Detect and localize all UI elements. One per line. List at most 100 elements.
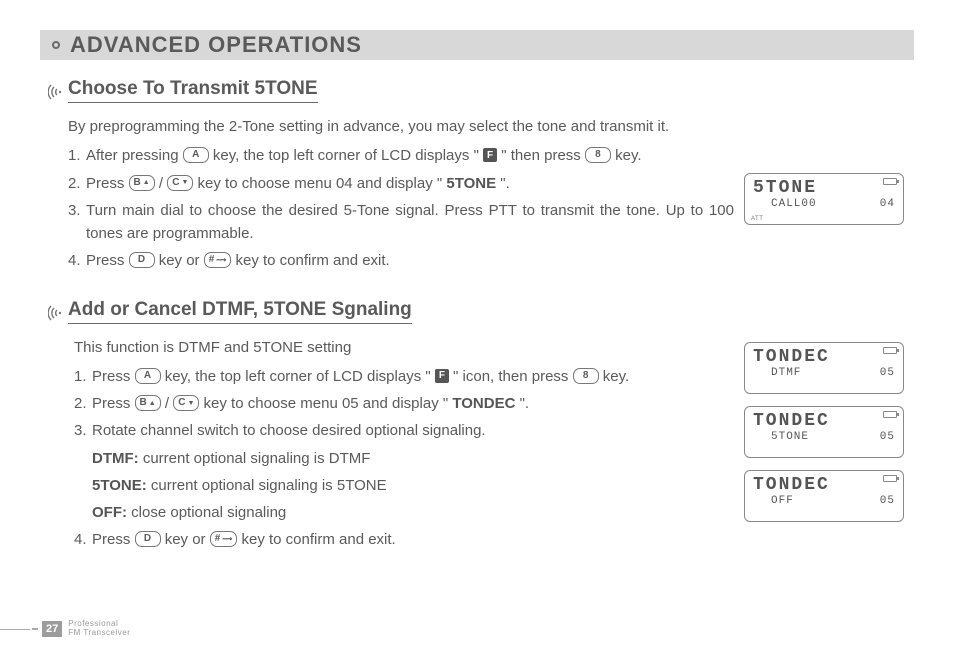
section2-step4: 4. Press D key or #⟿ key to confirm and … xyxy=(74,528,734,551)
section2-step1: 1. Press A key, the top left corner of L… xyxy=(74,365,734,388)
step-body: Press A key, the top left corner of LCD … xyxy=(92,365,734,388)
up-arrow-icon: ▲ xyxy=(143,179,150,186)
key-hash-icon: #⟿ xyxy=(204,252,232,268)
text: ". xyxy=(520,395,530,412)
lcd-att-indicator: ATT xyxy=(751,216,763,222)
signal-icon xyxy=(48,303,68,328)
lcd-line1: 5TONE xyxy=(753,178,895,198)
step-body: Turn main dial to choose the desired 5-T… xyxy=(86,199,734,246)
lcd-line1: TONDEC xyxy=(753,475,895,495)
lock-icon: ⟿ xyxy=(222,536,232,543)
lcd-value: CALL00 xyxy=(771,198,817,210)
text: key, the top left corner of LCD displays… xyxy=(213,147,479,164)
option-desc: current optional signaling is DTMF xyxy=(143,450,371,467)
key-hash-icon: #⟿ xyxy=(210,531,238,547)
text: key to confirm and exit. xyxy=(235,252,389,269)
option-desc: close optional signaling xyxy=(131,504,286,521)
up-arrow-icon: ▲ xyxy=(149,400,156,407)
lcd-menu-num: 05 xyxy=(880,431,895,443)
page-footer: 27 Professional FM Transceiver xyxy=(0,620,130,638)
step-number: 1. xyxy=(74,365,92,388)
section2-content: This function is DTMF and 5TONE setting … xyxy=(40,336,914,556)
battery-icon xyxy=(883,411,897,418)
section2-step2: 2. Press B▲ / C▼ key to choose menu 05 a… xyxy=(74,392,734,415)
text: Press xyxy=(92,395,135,412)
text: key to choose menu 05 and display " xyxy=(204,395,449,412)
key-8-icon: 8 xyxy=(573,368,599,384)
text: key, the top left corner of LCD displays… xyxy=(165,368,431,385)
option-label: 5TONE: xyxy=(92,477,147,494)
step-body: Press B▲ / C▼ key to choose menu 04 and … xyxy=(86,172,734,195)
key-b-icon: B▲ xyxy=(135,395,161,411)
key-d-icon: D xyxy=(135,531,161,547)
text: key to confirm and exit. xyxy=(241,531,395,548)
key-c-icon: C▼ xyxy=(167,175,193,191)
lcd-display-tondec-dtmf: TONDEC DTMF 05 xyxy=(744,342,904,394)
lcd-menu-num: 05 xyxy=(880,495,895,507)
key-label: 8 xyxy=(583,371,589,381)
option-label: OFF: xyxy=(92,504,127,521)
text: ". xyxy=(500,175,510,192)
lcd-menu-num: 04 xyxy=(880,198,895,210)
section2-intro: This function is DTMF and 5TONE setting xyxy=(74,336,734,359)
text: Press xyxy=(86,175,129,192)
section1-step1: 1. After pressing A key, the top left co… xyxy=(68,144,734,167)
option-dtmf: DTMF: current optional signaling is DTMF xyxy=(74,447,734,470)
footer-line2: FM Transceiver xyxy=(68,629,130,638)
text: " icon, then press xyxy=(453,368,573,385)
section2-text: This function is DTMF and 5TONE setting … xyxy=(40,336,744,556)
key-label: A xyxy=(192,150,199,160)
section2-step3: 3. Rotate channel switch to choose desir… xyxy=(74,419,734,442)
step-number: 4. xyxy=(68,249,86,272)
key-label: D xyxy=(144,534,151,544)
key-label: D xyxy=(138,255,145,265)
battery-icon xyxy=(883,178,897,185)
signal-icon xyxy=(48,82,68,107)
lcd-line1: TONDEC xyxy=(753,347,895,367)
bold-text: TONDEC xyxy=(452,395,515,412)
step-number: 1. xyxy=(68,144,86,167)
text: Press xyxy=(92,368,135,385)
step-number: 4. xyxy=(74,528,92,551)
key-d-icon: D xyxy=(129,252,155,268)
down-arrow-icon: ▼ xyxy=(181,179,188,186)
text: / xyxy=(165,395,173,412)
key-label: # xyxy=(209,255,215,265)
step-number: 2. xyxy=(74,392,92,415)
text: Press xyxy=(92,531,135,548)
lcd-line2: 5TONE 05 xyxy=(753,431,895,443)
text: After pressing xyxy=(86,147,183,164)
lcd-value: OFF xyxy=(771,495,794,507)
key-label: C xyxy=(178,398,185,408)
text: " then press xyxy=(501,147,585,164)
footer-brand: Professional FM Transceiver xyxy=(68,620,130,638)
step-number: 3. xyxy=(74,419,92,442)
step-body: After pressing A key, the top left corne… xyxy=(86,144,734,167)
bold-text: 5TONE xyxy=(446,175,496,192)
footer-rule xyxy=(0,629,30,630)
lcd-value: 5TONE xyxy=(771,431,809,443)
lcd-line2: CALL00 04 xyxy=(753,198,895,210)
text: key. xyxy=(603,368,629,385)
section1-step2: 2. Press B▲ / C▼ key to choose menu 04 a… xyxy=(68,172,734,195)
f-icon: F xyxy=(483,148,497,162)
text: key or xyxy=(159,252,204,269)
lock-icon: ⟿ xyxy=(216,257,226,264)
key-a-icon: A xyxy=(183,147,209,163)
section1-content: By preprogramming the 2-Tone setting in … xyxy=(40,115,914,277)
option-off: OFF: close optional signaling xyxy=(74,501,734,524)
step-body: Rotate channel switch to choose desired … xyxy=(92,419,734,442)
text: key or xyxy=(165,531,210,548)
section-add-cancel: Add or Cancel DTMF, 5TONE Sgnaling xyxy=(48,299,914,328)
step-body: Press D key or #⟿ key to confirm and exi… xyxy=(92,528,734,551)
step-number: 2. xyxy=(68,172,86,195)
text: / xyxy=(159,175,167,192)
bullet-icon xyxy=(52,41,60,49)
option-desc: current optional signaling is 5TONE xyxy=(151,477,387,494)
section1-step3: 3. Turn main dial to choose the desired … xyxy=(68,199,734,246)
step-body: Press D key or #⟿ key to confirm and exi… xyxy=(86,249,734,272)
footer-rule xyxy=(32,628,38,630)
text: key to choose menu 04 and display " xyxy=(198,175,443,192)
section-header-bar: ADVANCED OPERATIONS xyxy=(40,30,914,60)
key-label: B xyxy=(140,398,147,408)
